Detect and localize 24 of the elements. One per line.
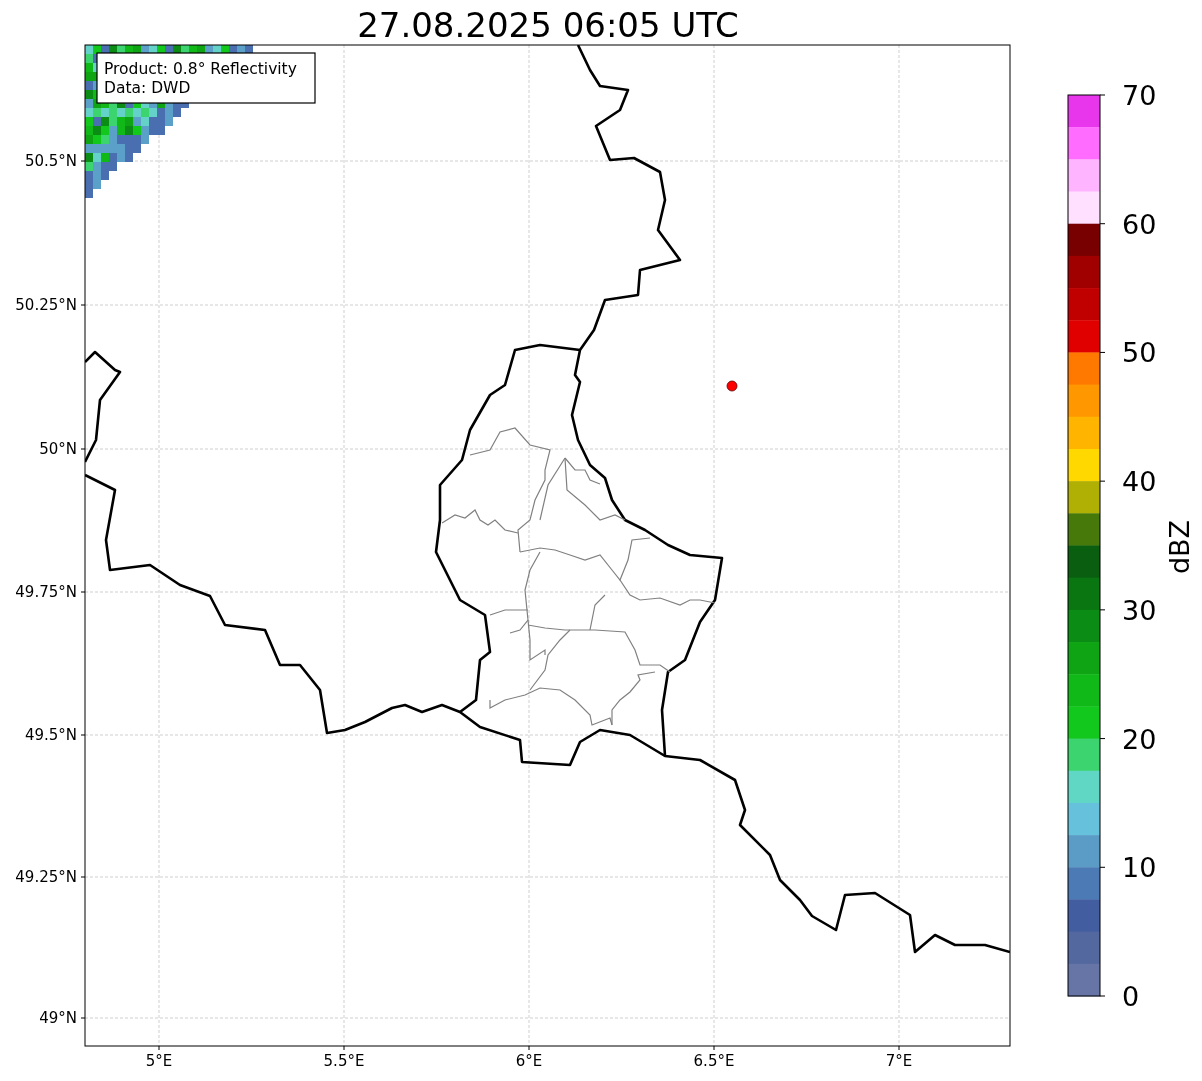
colorbar-label: dBZ <box>1164 519 1195 575</box>
latitude-label: 49°N <box>39 1009 77 1027</box>
colorbar-tick-label: 20 <box>1122 723 1157 755</box>
latitude-label: 49.75°N <box>15 583 77 601</box>
colorbar-tick-label: 50 <box>1122 337 1157 369</box>
longitude-label: 6.5°E <box>693 1052 735 1070</box>
info-label: Product: 0.8° Reflectivity Data: DWD <box>96 52 316 104</box>
colorbar-tick-label: 0 <box>1122 981 1140 1012</box>
colorbar-tick-label: 40 <box>1122 466 1157 498</box>
colorbar-tick-label: 10 <box>1122 852 1157 884</box>
colorbar-tick-label: 70 <box>1122 80 1157 111</box>
latitude-label: 49.25°N <box>15 868 77 886</box>
latitude-label: 50°N <box>39 440 77 458</box>
longitude-label: 7°E <box>885 1052 913 1070</box>
location-marker <box>726 380 738 392</box>
latitude-label: 50.5°N <box>24 152 77 170</box>
latitude-label: 49.5°N <box>24 726 77 744</box>
figure-title: 27.08.2025 06:05 UTC <box>357 5 739 45</box>
longitude-label: 6°E <box>515 1052 543 1070</box>
longitude-label: 5°E <box>145 1052 173 1070</box>
colorbar-tick-label: 30 <box>1122 594 1157 626</box>
longitude-label: 5.5°E <box>323 1052 365 1070</box>
latitude-label: 50.25°N <box>15 296 77 314</box>
colorbar-tick-label: 60 <box>1122 208 1157 240</box>
